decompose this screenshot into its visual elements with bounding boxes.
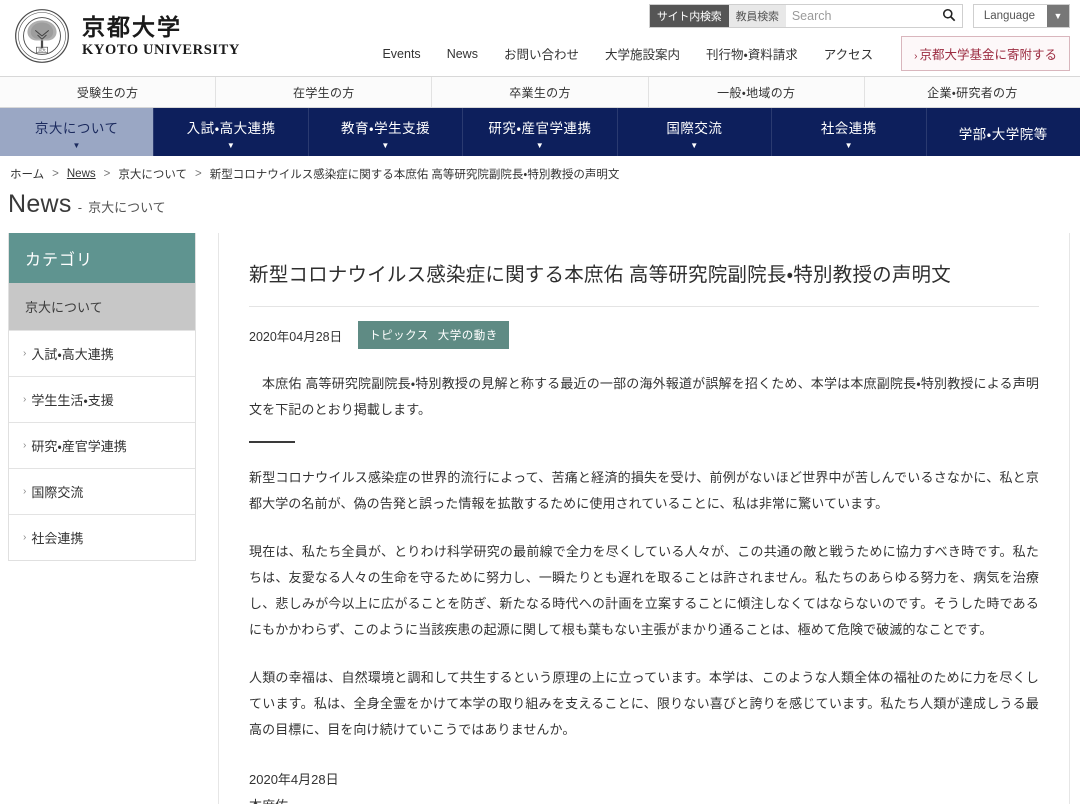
header-nav-access[interactable]: アクセス bbox=[824, 44, 873, 63]
article-paragraph-3: 人類の幸福は、自然環境と調和して共生するという原理の上に立っています。本学は、こ… bbox=[249, 665, 1039, 743]
audience-item-alumni[interactable]: 卒業生の方 bbox=[432, 77, 648, 107]
gnav-label-faculties: 学部・大学院等 bbox=[959, 123, 1048, 143]
search-tab-site[interactable]: サイト内検索 bbox=[650, 5, 729, 27]
article-title: 新型コロナウイルス感染症に関する本庶佑 高等研究院副院長・特別教授の声明文 bbox=[249, 261, 1039, 307]
kyoto-university-seal-icon: 京大 bbox=[14, 8, 70, 64]
breadcrumb-separator: > bbox=[195, 168, 202, 180]
article-lead-paragraph: 本庶佑 高等研究院副院長・特別教授の見解と称する最近の一部の海外報道が誤解を招く… bbox=[249, 371, 1039, 423]
article-paragraph-1: 新型コロナウイルス感染症の世界的流行によって、苦痛と経済的損失を受け、前例がない… bbox=[249, 465, 1039, 517]
search-icon bbox=[942, 8, 956, 25]
audience-item-industry[interactable]: 企業・研究者の方 bbox=[865, 77, 1080, 107]
article-date: 2020年04月28日 bbox=[249, 326, 342, 345]
chevron-right-icon: › bbox=[23, 440, 26, 451]
gnav-label-social: 社会連携 bbox=[821, 117, 877, 137]
page-body: カテゴリ 京大について › 入試・高大連携 › 学生生活・支援 › 研究・産官学… bbox=[0, 233, 1080, 804]
sidebar-item-label: 研究・産官学連携 bbox=[31, 436, 126, 455]
page-title-main: News bbox=[8, 190, 72, 219]
header-nav-publications[interactable]: 刊行物・資料請求 bbox=[706, 44, 798, 63]
chevron-right-icon: › bbox=[23, 532, 26, 543]
chevron-right-icon: › bbox=[23, 486, 26, 497]
chevron-down-icon: ▼ bbox=[227, 142, 235, 150]
search-input[interactable] bbox=[786, 5, 936, 27]
chevron-down-icon: ▼ bbox=[690, 142, 698, 150]
gnav-label-admissions: 入試・高大連携 bbox=[187, 117, 276, 137]
donate-button-label: 京都大学基金に寄附する bbox=[919, 48, 1057, 62]
page-title-dash: - bbox=[78, 200, 82, 215]
brand-block[interactable]: 京大 京都大学 KYOTO UNIVERSITY bbox=[0, 0, 240, 64]
search-button[interactable] bbox=[936, 5, 962, 27]
chevron-right-icon: › bbox=[23, 394, 26, 405]
search-tab-faculty[interactable]: 教員検索 bbox=[729, 5, 786, 27]
language-label: Language bbox=[974, 10, 1047, 22]
section-divider bbox=[249, 441, 295, 443]
svg-text:京大: 京大 bbox=[38, 48, 46, 53]
chevron-right-icon: › bbox=[914, 51, 917, 62]
article-meta: 2020年04月28日 トピックス大学の動き bbox=[249, 307, 1039, 349]
sidebar-item-research[interactable]: › 研究・産官学連携 bbox=[9, 422, 195, 468]
audience-item-prospective[interactable]: 受験生の方 bbox=[0, 77, 216, 107]
breadcrumb-current: 新型コロナウイルス感染症に関する本庶佑 高等研究院副院長・特別教授の声明文 bbox=[210, 166, 620, 182]
sidebar-item-label: 国際交流 bbox=[31, 482, 83, 501]
donate-button[interactable]: ›京都大学基金に寄附する bbox=[901, 36, 1070, 71]
sidebar-item-social[interactable]: › 社会連携 bbox=[9, 514, 195, 560]
chevron-down-icon: ▼ bbox=[845, 142, 853, 150]
tag-university-news: 大学の動き bbox=[438, 330, 498, 342]
gnav-item-social[interactable]: 社会連携 ▼ bbox=[772, 108, 926, 156]
chevron-right-icon: › bbox=[23, 348, 26, 359]
breadcrumb-separator: > bbox=[104, 168, 111, 180]
article-tag-badge[interactable]: トピックス大学の動き bbox=[358, 321, 509, 349]
search-box[interactable]: サイト内検索 教員検索 bbox=[649, 4, 963, 28]
tag-topics: トピックス bbox=[369, 330, 429, 342]
brand-name-en: KYOTO UNIVERSITY bbox=[82, 43, 240, 58]
sidebar-item-label: 社会連携 bbox=[31, 528, 83, 547]
sidebar-item-current[interactable]: 京大について bbox=[9, 283, 195, 330]
header-nav-events[interactable]: Events bbox=[382, 47, 420, 61]
sidebar-item-label: 学生生活・支援 bbox=[31, 390, 113, 409]
gnav-item-faculties[interactable]: 学部・大学院等 bbox=[927, 108, 1080, 156]
signature-name: 本庶佑 bbox=[249, 793, 1039, 804]
header-nav: Events News お問い合わせ 大学施設案内 刊行物・資料請求 アクセス … bbox=[382, 36, 1070, 71]
site-header: 京大 京都大学 KYOTO UNIVERSITY サイト内検索 教員検索 L bbox=[0, 0, 1080, 76]
sidebar-heading: カテゴリ bbox=[9, 233, 195, 283]
audience-item-public[interactable]: 一般・地域の方 bbox=[649, 77, 865, 107]
global-navigation: 京大について ▼ 入試・高大連携 ▼ 教育・学生支援 ▼ 研究・産官学連携 ▼ … bbox=[0, 108, 1080, 156]
header-nav-news[interactable]: News bbox=[447, 47, 478, 61]
breadcrumb-separator: > bbox=[52, 168, 59, 180]
sidebar-item-admissions[interactable]: › 入試・高大連携 bbox=[9, 330, 195, 376]
audience-item-current-students[interactable]: 在学生の方 bbox=[216, 77, 432, 107]
breadcrumb-home[interactable]: ホーム bbox=[10, 166, 44, 182]
header-utilities: サイト内検索 教員検索 Language ▼ bbox=[649, 4, 1070, 28]
breadcrumb-category[interactable]: 京大について bbox=[118, 166, 187, 182]
signature-date: 2020年4月28日 bbox=[249, 767, 1039, 792]
chevron-down-icon[interactable]: ▼ bbox=[1047, 5, 1069, 27]
gnav-item-education[interactable]: 教育・学生支援 ▼ bbox=[309, 108, 463, 156]
sidebar-item-student-life[interactable]: › 学生生活・支援 bbox=[9, 376, 195, 422]
sidebar-item-international[interactable]: › 国際交流 bbox=[9, 468, 195, 514]
audience-bar: 受験生の方 在学生の方 卒業生の方 一般・地域の方 企業・研究者の方 bbox=[0, 76, 1080, 108]
category-sidebar: カテゴリ 京大について › 入試・高大連携 › 学生生活・支援 › 研究・産官学… bbox=[8, 233, 196, 561]
gnav-item-research[interactable]: 研究・産官学連携 ▼ bbox=[463, 108, 617, 156]
chevron-down-icon: ▼ bbox=[381, 142, 389, 150]
header-nav-facilities[interactable]: 大学施設案内 bbox=[605, 44, 680, 63]
gnav-item-international[interactable]: 国際交流 ▼ bbox=[618, 108, 772, 156]
breadcrumb-news[interactable]: News bbox=[67, 168, 96, 180]
gnav-label-international: 国際交流 bbox=[666, 117, 722, 137]
brand-name-jp: 京都大学 bbox=[82, 16, 240, 40]
header-nav-contact[interactable]: お問い合わせ bbox=[504, 44, 579, 63]
article-card: 新型コロナウイルス感染症に関する本庶佑 高等研究院副院長・特別教授の声明文 20… bbox=[218, 233, 1070, 804]
gnav-label-research: 研究・産官学連携 bbox=[488, 117, 591, 137]
page-title: News - 京大について bbox=[0, 182, 1080, 233]
gnav-label-about: 京大について bbox=[35, 117, 119, 137]
language-selector[interactable]: Language ▼ bbox=[973, 4, 1070, 28]
breadcrumb: ホーム > News > 京大について > 新型コロナウイルス感染症に関する本庶… bbox=[0, 156, 1080, 182]
gnav-item-admissions[interactable]: 入試・高大連携 ▼ bbox=[154, 108, 308, 156]
sidebar-item-label: 入試・高大連携 bbox=[31, 344, 113, 363]
gnav-item-about[interactable]: 京大について ▼ bbox=[0, 108, 154, 156]
article-signature: 2020年4月28日 本庶佑 京都大学高等研究院 副院長・特別教授 bbox=[249, 767, 1039, 804]
article-paragraph-2: 現在は、私たち全員が、とりわけ科学研究の最前線で全力を尽くしている人々が、この共… bbox=[249, 539, 1039, 643]
chevron-down-icon: ▼ bbox=[536, 142, 544, 150]
chevron-down-icon: ▼ bbox=[73, 142, 81, 150]
gnav-label-education: 教育・学生支援 bbox=[341, 117, 430, 137]
page-title-sub: 京大について bbox=[88, 197, 166, 216]
